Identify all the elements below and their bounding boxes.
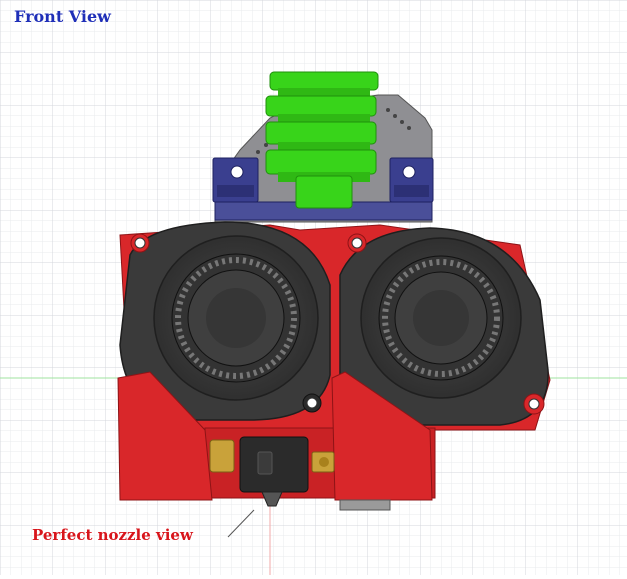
view-title: Front View (14, 7, 111, 26)
bottom-plate (339, 499, 391, 511)
blue-bracket-right (389, 157, 434, 203)
nozzle-caption: Perfect nozzle view (32, 526, 193, 544)
cad-viewport[interactable]: Front View Perfect nozzle view (0, 0, 627, 575)
cad-scene (0, 0, 627, 575)
blue-bracket-left (212, 157, 259, 203)
heater-block (239, 436, 309, 493)
